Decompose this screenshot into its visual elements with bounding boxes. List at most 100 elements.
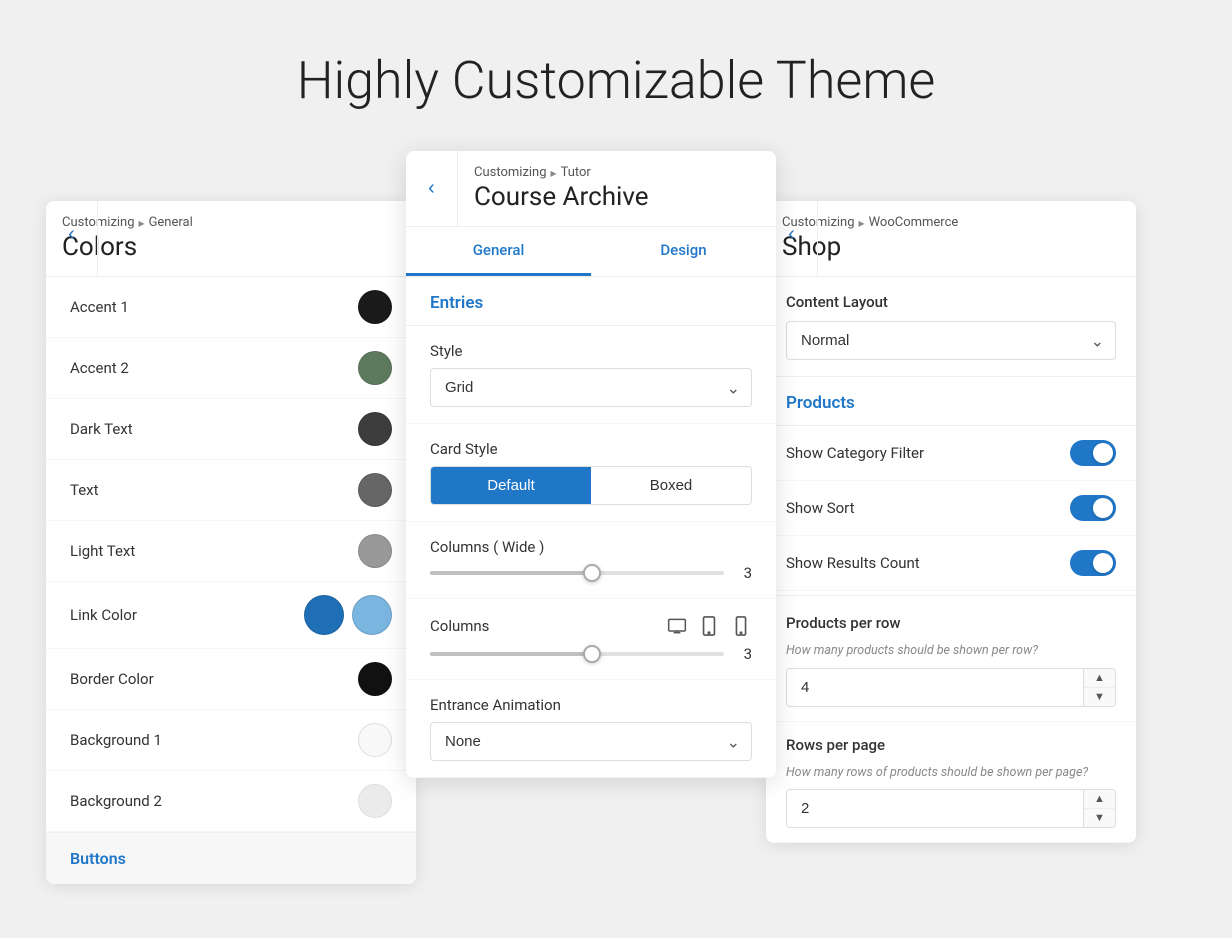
- color-swatch-text[interactable]: [358, 473, 392, 507]
- columns-field: Columns: [406, 599, 776, 680]
- products-per-row-desc: How many products should be shown per ro…: [786, 642, 1116, 660]
- middle-panel-course-archive: ‹ Customizing ▸ Tutor Course Archive Gen…: [406, 151, 776, 778]
- content-layout-select[interactable]: Normal Wide Narrow: [786, 321, 1116, 360]
- entrance-animation-select[interactable]: None: [430, 722, 752, 761]
- columns-slider-row: 3: [430, 645, 752, 663]
- tab-design[interactable]: Design: [591, 227, 776, 276]
- middle-panel-header: ‹ Customizing ▸ Tutor Course Archive: [406, 151, 776, 227]
- style-field: Style Grid List ⌄: [406, 326, 776, 424]
- mid-back-arrow-icon: ‹: [428, 177, 435, 200]
- products-per-row-input[interactable]: [787, 669, 1115, 706]
- columns-wide-slider-track[interactable]: [430, 571, 724, 575]
- products-per-row-arrows: ▲ ▼: [1083, 669, 1115, 706]
- columns-slider-thumb[interactable]: [583, 645, 601, 663]
- columns-value: 3: [736, 645, 752, 663]
- mobile-icon[interactable]: [730, 615, 752, 637]
- color-label-dark-text: Dark Text: [70, 420, 133, 438]
- toggle-row-category-filter: Show Category Filter: [766, 426, 1136, 481]
- right-panel-shop: ‹ Customizing ▸ WooCommerce Shop Content…: [766, 201, 1136, 843]
- color-swatches-link: [304, 595, 392, 635]
- card-style-toggle: Default Boxed: [430, 466, 752, 505]
- rows-per-page-arrows: ▲ ▼: [1083, 790, 1115, 827]
- color-swatch-accent2[interactable]: [358, 351, 392, 385]
- color-row-accent2: Accent 2: [46, 338, 416, 399]
- right-breadcrumb-sep: ▸: [859, 216, 865, 230]
- main-title: Highly Customizable Theme: [297, 50, 936, 111]
- entrance-animation-field: Entrance Animation None ⌄: [406, 680, 776, 778]
- buttons-label[interactable]: Buttons: [70, 849, 126, 868]
- toggle-row-sort: Show Sort: [766, 481, 1136, 536]
- color-row-background1: Background 1: [46, 710, 416, 771]
- color-swatch-link-hover[interactable]: [352, 595, 392, 635]
- card-style-boxed-button[interactable]: Boxed: [591, 467, 751, 504]
- left-panel-footer: Buttons: [46, 832, 416, 884]
- columns-device-icons: [666, 615, 752, 637]
- monitor-icon[interactable]: [666, 615, 688, 637]
- columns-wide-slider-thumb[interactable]: [583, 564, 601, 582]
- style-select[interactable]: Grid List: [430, 368, 752, 407]
- products-per-row-down-button[interactable]: ▼: [1084, 688, 1115, 706]
- color-swatch-accent1[interactable]: [358, 290, 392, 324]
- middle-header-info: Customizing ▸ Tutor Course Archive: [458, 151, 776, 226]
- columns-label: Columns: [430, 617, 489, 635]
- color-label-link-color: Link Color: [70, 606, 137, 624]
- columns-wide-label: Columns ( Wide ): [430, 538, 752, 556]
- color-label-accent1: Accent 1: [70, 298, 129, 316]
- toggle-sort[interactable]: [1070, 495, 1116, 521]
- right-panel-breadcrumb: Customizing ▸ WooCommerce: [782, 215, 1120, 230]
- color-swatch-link-primary[interactable]: [304, 595, 344, 635]
- toggle-row-results-count: Show Results Count: [766, 536, 1136, 591]
- tablet-icon[interactable]: [698, 615, 720, 637]
- toggle-results-count[interactable]: [1070, 550, 1116, 576]
- style-label: Style: [430, 342, 752, 360]
- color-label-background2: Background 2: [70, 792, 162, 810]
- left-breadcrumb-sep: ▸: [139, 216, 145, 230]
- rows-per-page-label: Rows per page: [786, 736, 1116, 754]
- card-style-default-button[interactable]: Default: [431, 467, 591, 504]
- rows-per-page-input[interactable]: [787, 790, 1115, 827]
- style-select-wrapper: Grid List ⌄: [430, 368, 752, 407]
- color-swatch-dark-text[interactable]: [358, 412, 392, 446]
- rows-per-page-desc: How many rows of products should be show…: [786, 764, 1116, 782]
- right-back-arrow-icon: ‹: [788, 223, 795, 246]
- color-swatch-background1[interactable]: [358, 723, 392, 757]
- entries-section-title: Entries: [430, 293, 483, 313]
- color-swatch-background2[interactable]: [358, 784, 392, 818]
- toggle-category-filter[interactable]: [1070, 440, 1116, 466]
- toggle-label-results-count: Show Results Count: [786, 554, 920, 572]
- right-panel-title: Shop: [782, 232, 1120, 262]
- rows-per-page-spinner: ▲ ▼: [786, 789, 1116, 828]
- color-label-light-text: Light Text: [70, 542, 135, 560]
- panels-row: ‹ Customizing ▸ General Colors Accent 1 …: [46, 151, 1186, 884]
- columns-wide-slider-fill: [430, 571, 592, 575]
- color-swatch-light-text[interactable]: [358, 534, 392, 568]
- toggle-label-sort: Show Sort: [786, 499, 855, 517]
- left-panel-breadcrumb: Customizing ▸ General: [62, 215, 400, 230]
- mid-breadcrumb: Customizing ▸ Tutor: [474, 165, 760, 180]
- left-panel-back-button[interactable]: ‹: [46, 201, 98, 276]
- color-row-background2: Background 2: [46, 771, 416, 832]
- color-label-accent2: Accent 2: [70, 359, 129, 377]
- color-label-background1: Background 1: [70, 731, 162, 749]
- color-row-link-color: Link Color: [46, 582, 416, 649]
- columns-slider-fill: [430, 652, 592, 656]
- page-container: Highly Customizable Theme ‹ Customizing …: [0, 0, 1232, 938]
- toggle-label-category-filter: Show Category Filter: [786, 444, 924, 462]
- products-per-row-spinner: ▲ ▼: [786, 668, 1116, 707]
- left-panel-title: Colors: [62, 232, 400, 262]
- middle-panel-tabs: General Design: [406, 227, 776, 277]
- tab-general[interactable]: General: [406, 227, 591, 276]
- mid-breadcrumb-1: Customizing: [474, 165, 547, 180]
- entries-section-header: Entries: [406, 277, 776, 326]
- products-per-row-up-button[interactable]: ▲: [1084, 669, 1115, 688]
- columns-wide-field: Columns ( Wide ) 3: [406, 522, 776, 599]
- left-panel-colors: ‹ Customizing ▸ General Colors Accent 1 …: [46, 201, 416, 884]
- products-per-row-label: Products per row: [786, 614, 1116, 632]
- rows-per-page-down-button[interactable]: ▼: [1084, 809, 1115, 827]
- middle-panel-back-button[interactable]: ‹: [406, 151, 458, 226]
- color-swatch-border-color[interactable]: [358, 662, 392, 696]
- rows-per-page-up-button[interactable]: ▲: [1084, 790, 1115, 809]
- middle-panel-title: Course Archive: [474, 182, 760, 212]
- columns-slider-track[interactable]: [430, 652, 724, 656]
- color-row-text: Text: [46, 460, 416, 521]
